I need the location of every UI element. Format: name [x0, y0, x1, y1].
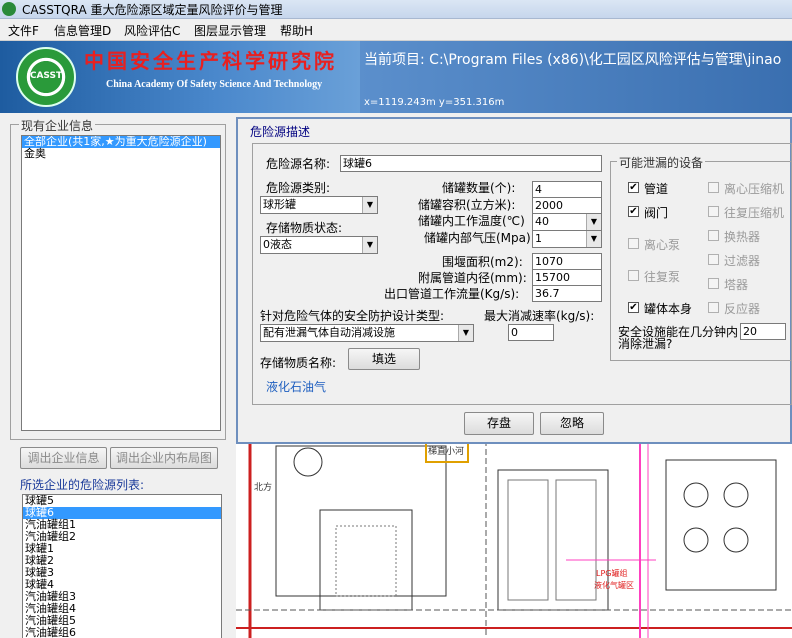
- site-map-drawing: 梯直小河 LPG罐组 液化气罐区 北方: [236, 440, 792, 638]
- hazard-name-label: 危险源名称:: [266, 157, 331, 171]
- max-rate-label: 最大消减速率(kg/s):: [484, 309, 595, 323]
- dike-area-input[interactable]: 1070: [532, 253, 602, 270]
- max-rate-input[interactable]: 0: [508, 324, 554, 341]
- casst-logo: CASST: [16, 47, 76, 107]
- hazard-list[interactable]: 球罐5 球罐6 汽油罐组1 汽油罐组2 球罐1 球罐2 球罐3 球罐4 汽油罐组…: [22, 494, 222, 638]
- device-heat-exchanger-checkbox[interactable]: [708, 230, 719, 241]
- menu-info-management[interactable]: 信息管理D: [54, 22, 111, 39]
- chevron-down-icon: ▼: [458, 325, 473, 341]
- dialog-title: 危险源描述: [250, 125, 311, 139]
- temperature-label: 储罐内工作温度(℃): [418, 214, 525, 228]
- map-label-river: 梯直小河: [428, 445, 464, 457]
- protection-type-select[interactable]: 配有泄漏气体自动消减设施 ▼: [260, 324, 474, 342]
- ignore-button[interactable]: 忽略: [540, 412, 604, 435]
- state-label: 存储物质状态:: [266, 221, 343, 235]
- flow-rate-input[interactable]: 36.7: [532, 285, 602, 302]
- device-valve-label: 阀门: [644, 206, 669, 220]
- device-reciprocating-pump-checkbox[interactable]: [628, 270, 639, 281]
- device-tower-checkbox[interactable]: [708, 278, 719, 289]
- tank-count-input[interactable]: 4: [532, 181, 602, 198]
- load-enterprise-layout-button[interactable]: 调出企业内布局图: [110, 447, 218, 469]
- device-tank-body-checkbox[interactable]: ✔: [628, 302, 639, 313]
- current-project: 当前项目: C:\Program Files (x86)\化工园区风险评估与管理…: [364, 52, 782, 68]
- chevron-down-icon: ▼: [362, 237, 377, 253]
- pressure-select[interactable]: 1 ▼: [532, 230, 602, 248]
- window-title: CASSTQRA 重大危险源区域定量风险评价与管理: [22, 3, 283, 17]
- enterprise-item-jinao[interactable]: 金奥: [22, 148, 220, 160]
- load-enterprise-info-button[interactable]: 调出企业信息: [20, 447, 107, 469]
- device-reactor-label: 反应器: [724, 302, 761, 316]
- substance-label: 存储物质名称:: [260, 356, 337, 370]
- elimination-minutes-label-line2: 消除泄漏?: [618, 337, 673, 351]
- substance-value: 液化石油气: [266, 380, 327, 394]
- pipe-diameter-input[interactable]: 15700: [532, 269, 602, 286]
- category-select[interactable]: 球形罐 ▼: [260, 196, 378, 214]
- elimination-minutes-input[interactable]: 20: [740, 323, 786, 340]
- menu-help[interactable]: 帮助H: [280, 22, 313, 39]
- app-icon: [2, 2, 16, 16]
- cursor-coordinates: x=1119.243m y=351.316m: [364, 97, 505, 108]
- device-pipe-checkbox[interactable]: ✔: [628, 182, 639, 193]
- org-name-cn: 中国安全生产科学研究院: [84, 49, 337, 73]
- device-filter-label: 过滤器: [724, 254, 761, 268]
- org-name-en: China Academy Of Safety Science And Tech…: [106, 79, 323, 90]
- device-filter-checkbox[interactable]: [708, 254, 719, 265]
- pressure-label: 储罐内部气压(Mpa): [424, 231, 531, 245]
- hazard-list-label: 所选企业的危险源列表:: [20, 478, 145, 492]
- device-reciprocating-compressor-label: 往复压缩机: [724, 206, 785, 220]
- title-bar: CASSTQRA 重大危险源区域定量风险评价与管理: [0, 0, 792, 19]
- menu-file[interactable]: 文件F: [8, 22, 39, 39]
- device-centrifugal-compressor-checkbox[interactable]: [708, 182, 719, 193]
- chevron-down-icon: ▼: [586, 214, 601, 230]
- select-substance-button[interactable]: 填选: [348, 348, 420, 370]
- device-tower-label: 塔器: [724, 278, 749, 292]
- volume-label: 储罐容积(立方米):: [418, 198, 516, 212]
- menu-risk-assessment[interactable]: 风险评估C: [124, 22, 180, 39]
- volume-input[interactable]: 2000: [532, 197, 602, 214]
- device-heat-exchanger-label: 换热器: [724, 230, 761, 244]
- protection-type-label: 针对危险气体的安全防护设计类型:: [260, 309, 445, 323]
- chevron-down-icon: ▼: [586, 231, 601, 247]
- dike-area-label: 围堰面积(m2):: [442, 255, 523, 269]
- leak-devices-legend: 可能泄漏的设备: [617, 154, 706, 171]
- device-tank-body-label: 罐体本身: [644, 302, 693, 316]
- menu-bar: 文件F 信息管理D 风险评估C 图层显示管理 帮助H: [0, 19, 792, 41]
- device-valve-checkbox[interactable]: ✔: [628, 206, 639, 217]
- state-select[interactable]: 0液态 ▼: [260, 236, 378, 254]
- map-label-lpg-area: 液化气罐区: [594, 580, 634, 590]
- device-centrifugal-pump-checkbox[interactable]: [628, 238, 639, 249]
- org-banner: CASST 中国安全生产科学研究院 China Academy Of Safet…: [0, 41, 360, 113]
- flow-rate-label: 出口管道工作流量(Kg/s):: [384, 287, 520, 301]
- enterprise-group-legend: 现有企业信息: [19, 117, 96, 134]
- device-reciprocating-pump-label: 往复泵: [644, 270, 681, 284]
- map-label-lpg: LPG罐组: [596, 568, 627, 578]
- site-map[interactable]: 梯直小河 LPG罐组 液化气罐区 北方: [236, 440, 792, 638]
- chevron-down-icon: ▼: [362, 197, 377, 213]
- hazard-name-input[interactable]: 球罐6: [340, 155, 602, 172]
- enterprise-item-all[interactable]: 全部企业(共1家,★为重大危险源企业): [22, 136, 220, 148]
- map-compass: 北方: [254, 481, 272, 493]
- save-button[interactable]: 存盘: [464, 412, 534, 435]
- menu-layer-display[interactable]: 图层显示管理: [194, 22, 266, 39]
- device-pipe-label: 管道: [644, 182, 669, 196]
- list-item[interactable]: 汽油罐组6: [23, 627, 221, 638]
- project-bar: 当前项目: C:\Program Files (x86)\化工园区风险评估与管理…: [360, 41, 792, 113]
- pipe-diameter-label: 附属管道内径(mm):: [418, 271, 527, 285]
- enterprise-list[interactable]: 全部企业(共1家,★为重大危险源企业) 金奥: [21, 135, 221, 431]
- temperature-select[interactable]: 40 ▼: [532, 213, 602, 231]
- device-centrifugal-compressor-label: 离心压缩机: [724, 182, 785, 196]
- device-reciprocating-compressor-checkbox[interactable]: [708, 206, 719, 217]
- hazard-description-dialog: 危险源描述 危险源名称: 球罐6 危险源类别: 球形罐 ▼ 存储物质状态: 0液态…: [236, 117, 792, 444]
- enterprise-group: 现有企业信息 全部企业(共1家,★为重大危险源企业) 金奥: [10, 117, 226, 440]
- device-centrifugal-pump-label: 离心泵: [644, 238, 681, 252]
- category-label: 危险源类别:: [266, 181, 331, 195]
- device-reactor-checkbox[interactable]: [708, 302, 719, 313]
- tank-count-label: 储罐数量(个):: [442, 181, 516, 195]
